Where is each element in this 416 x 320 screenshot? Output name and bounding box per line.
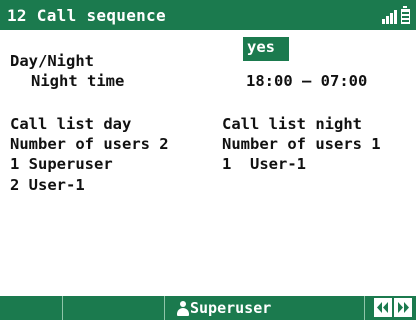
left-arrow-icon[interactable] bbox=[374, 298, 392, 317]
nav-buttons bbox=[374, 298, 412, 317]
day-list-item[interactable]: 2 User-1 bbox=[10, 176, 85, 194]
right-arrow-icon[interactable] bbox=[394, 298, 412, 317]
call-list-night-heading: Call list night bbox=[222, 115, 362, 133]
current-user-label: Superuser bbox=[190, 299, 272, 317]
signal-strength-icon bbox=[382, 8, 397, 24]
day-list-item[interactable]: 1 Superuser bbox=[10, 155, 113, 173]
bottom-taskbar: Superuser bbox=[0, 296, 416, 320]
person-icon bbox=[176, 301, 190, 316]
day-night-value-field[interactable]: yes bbox=[243, 37, 289, 61]
taskbar-slot-2[interactable] bbox=[63, 296, 165, 320]
call-list-day-heading: Call list day bbox=[10, 115, 132, 133]
day-user-count: Number of users 2 bbox=[10, 135, 169, 153]
call-sequence-screen: 12 Call sequence Day/Night yes Night tim… bbox=[0, 0, 416, 320]
status-icons bbox=[382, 6, 410, 24]
night-time-label: Night time bbox=[31, 72, 125, 90]
title-bar: 12 Call sequence bbox=[0, 0, 416, 30]
night-list-item[interactable]: 1 User-1 bbox=[222, 155, 306, 173]
day-night-label: Day/Night bbox=[10, 52, 94, 70]
taskbar-slot-1[interactable] bbox=[0, 296, 63, 320]
night-time-value[interactable]: 18:00 – 07:00 bbox=[246, 72, 367, 90]
night-user-count: Number of users 1 bbox=[222, 135, 381, 153]
battery-icon bbox=[401, 6, 410, 24]
day-night-value: yes bbox=[247, 38, 275, 56]
page-title: 12 Call sequence bbox=[7, 6, 166, 25]
content-area: Day/Night yes Night time 18:00 – 07:00 C… bbox=[0, 30, 416, 296]
